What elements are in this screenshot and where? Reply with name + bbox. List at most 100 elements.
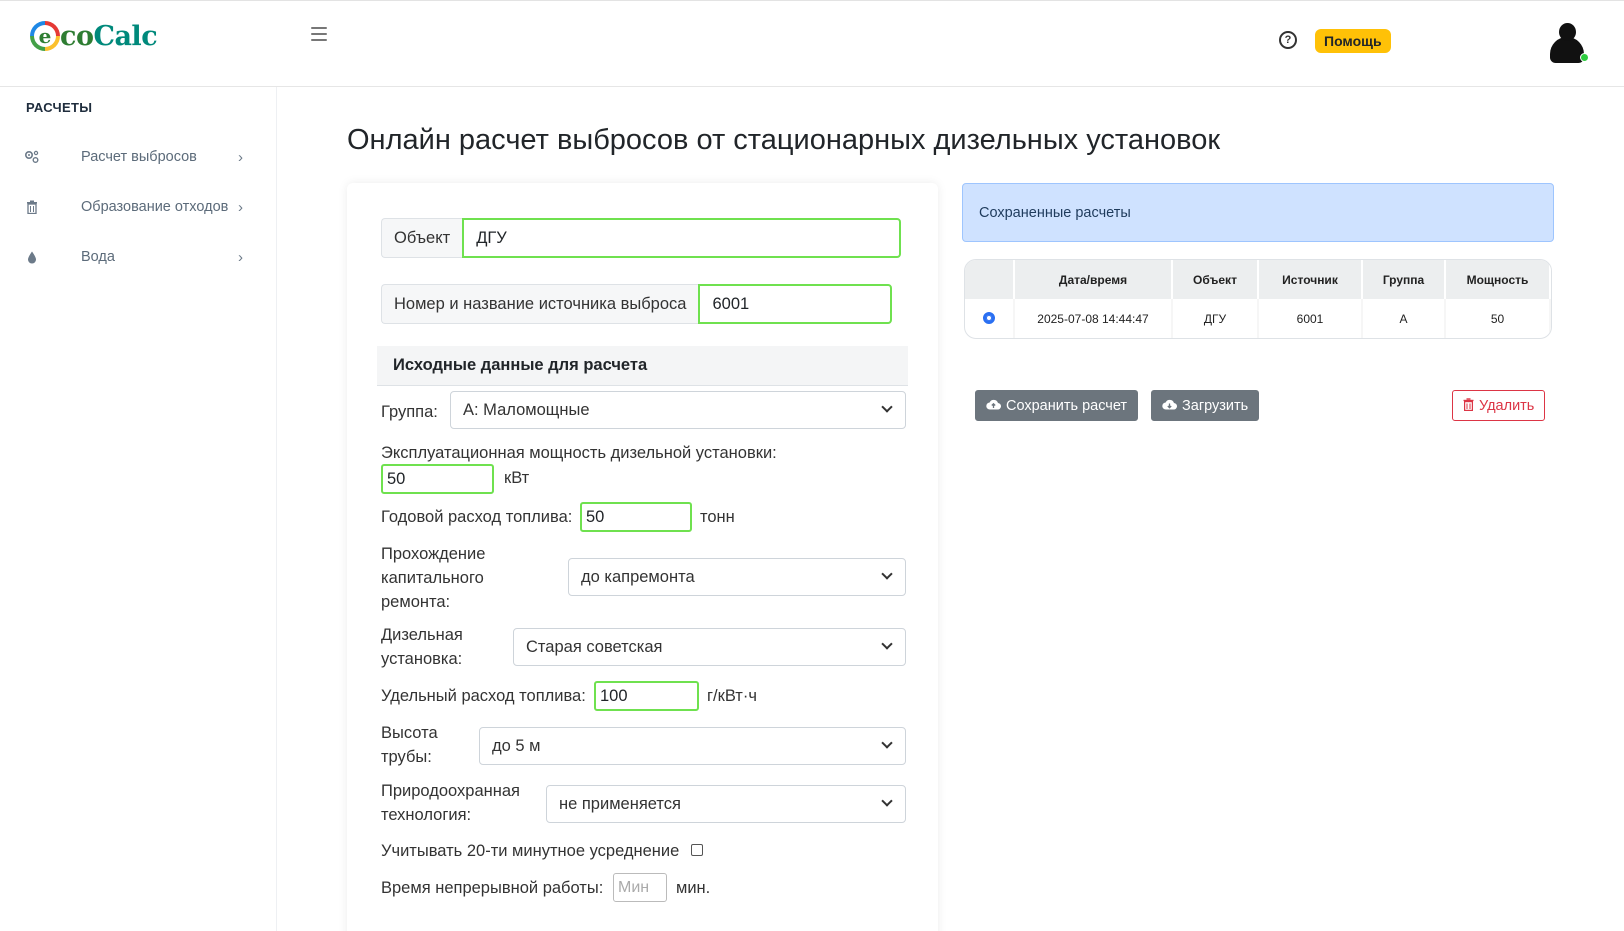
averaging-label: Учитывать 20-ти минутное усреднение — [381, 842, 680, 860]
sidebar-item-label: Расчет выбросов — [81, 149, 197, 165]
specific-consumption-input[interactable] — [594, 681, 699, 711]
tech-label-line2: технология: — [381, 806, 472, 824]
cell-object: ДГУ — [1172, 299, 1259, 338]
pipe-height-select-value: до 5 м — [492, 736, 541, 755]
trash-icon — [24, 199, 40, 215]
cell-source: 6001 — [1258, 299, 1363, 338]
source-label: Номер и название источника выброса — [381, 284, 699, 324]
power-input[interactable] — [381, 464, 494, 494]
saved-calculations-table: Дата/время Объект Источник Группа Мощнос… — [964, 259, 1552, 339]
power-label: Эксплуатационная мощность дизельной уста… — [381, 444, 777, 462]
sidebar-item-waste[interactable]: Образование отходов › — [0, 187, 277, 227]
continuous-time-input[interactable] — [613, 873, 667, 902]
height-label-line2: трубы: — [381, 748, 432, 766]
column-header-power: Мощность — [1445, 260, 1551, 299]
chevron-down-icon — [881, 401, 893, 413]
column-header-datetime: Дата/время — [1014, 260, 1173, 299]
chevron-down-icon — [881, 737, 893, 749]
object-input-group: Объект — [381, 218, 902, 258]
saved-calculations-header: Сохраненные расчеты — [962, 183, 1554, 242]
trash-icon — [1463, 397, 1474, 414]
column-header-group: Группа — [1362, 260, 1446, 299]
repair-select[interactable]: до капремонта — [568, 558, 906, 596]
cell-power: 50 — [1445, 299, 1551, 338]
section-title: Исходные данные для расчета — [377, 346, 908, 386]
repair-label-line2: капитального — [381, 569, 484, 587]
logo-text-co: co — [60, 20, 94, 52]
delete-label: Удалить — [1479, 397, 1535, 414]
load-button[interactable]: Загрузить — [1151, 390, 1260, 421]
delete-button[interactable]: Удалить — [1452, 390, 1546, 421]
chevron-right-icon: › — [238, 248, 243, 266]
save-calculation-button[interactable]: Сохранить расчет — [975, 390, 1139, 421]
help-button[interactable]: Помощь — [1315, 29, 1391, 53]
table-header-row: Дата/время Объект Источник Группа Мощнос… — [965, 260, 1551, 299]
repair-select-value: до капремонта — [581, 567, 695, 586]
cell-datetime: 2025-07-08 14:44:47 — [1014, 299, 1173, 338]
pipe-height-select[interactable]: до 5 м — [479, 727, 906, 765]
group-select[interactable]: А: Маломощные — [450, 391, 906, 429]
diesel-select[interactable]: Старая советская — [513, 628, 906, 666]
logo-text-calc: Calc — [93, 20, 158, 52]
sidebar-title: РАСЧЕТЫ — [26, 100, 93, 115]
droplet-icon — [24, 249, 40, 265]
column-header-source: Источник — [1258, 260, 1363, 299]
logo-e-badge: e — [30, 21, 60, 51]
continuous-time-label: Время непрерывной работы: — [381, 879, 604, 897]
gears-icon — [24, 149, 40, 165]
load-label: Загрузить — [1182, 397, 1249, 414]
user-silhouette-head — [1559, 23, 1576, 41]
object-input[interactable] — [462, 218, 902, 258]
sidebar-item-emissions[interactable]: Расчет выбросов › — [0, 137, 277, 177]
source-input[interactable] — [698, 284, 893, 324]
menu-toggle-icon[interactable] — [311, 27, 327, 41]
column-header-object: Объект — [1172, 260, 1259, 299]
fuel-unit: тонн — [700, 508, 735, 526]
source-input-group: Номер и название источника выброса — [381, 284, 893, 324]
cloud-download-icon — [1162, 398, 1178, 413]
protection-tech-select-value: не применяется — [559, 794, 681, 813]
specific-consumption-unit: г/кВт·ч — [707, 687, 757, 705]
group-select-value: А: Маломощные — [463, 400, 590, 419]
protection-tech-select[interactable]: не применяется — [546, 785, 906, 823]
question-circle-icon[interactable]: ? — [1279, 31, 1297, 49]
chevron-right-icon: › — [238, 148, 243, 166]
chevron-down-icon — [881, 568, 893, 580]
calculation-form-card: Объект Номер и название источника выброс… — [347, 183, 938, 931]
power-unit: кВт — [504, 469, 530, 487]
continuous-time-unit: мин. — [676, 879, 711, 897]
specific-consumption-label: Удельный расход топлива: — [381, 687, 586, 705]
sidebar: РАСЧЕТЫ Расчет выбросов › Образование от… — [0, 87, 277, 931]
fuel-label: Годовой расход топлива: — [381, 508, 573, 526]
table-row[interactable]: 2025-07-08 14:44:47 ДГУ 6001 А 50 — [965, 299, 1551, 338]
row-radio-cell[interactable] — [965, 299, 1015, 338]
group-label: Группа: — [381, 403, 438, 421]
cloud-upload-icon — [986, 398, 1002, 413]
diesel-select-value: Старая советская — [526, 637, 663, 656]
diesel-label-line1: Дизельная — [381, 626, 463, 644]
repair-label-line3: ремонта: — [381, 593, 451, 611]
cell-group: А — [1362, 299, 1446, 338]
row-radio[interactable] — [983, 311, 995, 324]
sidebar-item-water[interactable]: Вода › — [0, 237, 277, 277]
online-status-dot — [1580, 53, 1589, 62]
averaging-checkbox[interactable] — [691, 844, 703, 856]
diesel-label-line2: установка: — [381, 650, 463, 668]
chevron-down-icon — [881, 638, 893, 650]
height-label-line1: Высота — [381, 724, 438, 742]
sidebar-item-label: Образование отходов — [81, 199, 229, 215]
tech-label-line1: Природоохранная — [381, 782, 520, 800]
repair-label-line1: Прохождение — [381, 545, 486, 563]
column-header-select — [965, 260, 1015, 299]
avatar[interactable] — [1548, 23, 1589, 65]
object-label: Объект — [381, 218, 463, 258]
fuel-input[interactable] — [580, 502, 692, 532]
chevron-down-icon — [881, 795, 893, 807]
top-navbar: e coCalc ? Помощь — [0, 0, 1624, 87]
logo-e-letter: e — [34, 25, 56, 47]
sidebar-item-label: Вода — [81, 249, 115, 265]
chevron-right-icon: › — [238, 198, 243, 216]
page-title: Онлайн расчет выбросов от стационарных д… — [347, 124, 1221, 156]
logo-text: coCalc — [60, 20, 158, 52]
ecocalc-logo[interactable]: e coCalc — [30, 17, 158, 55]
